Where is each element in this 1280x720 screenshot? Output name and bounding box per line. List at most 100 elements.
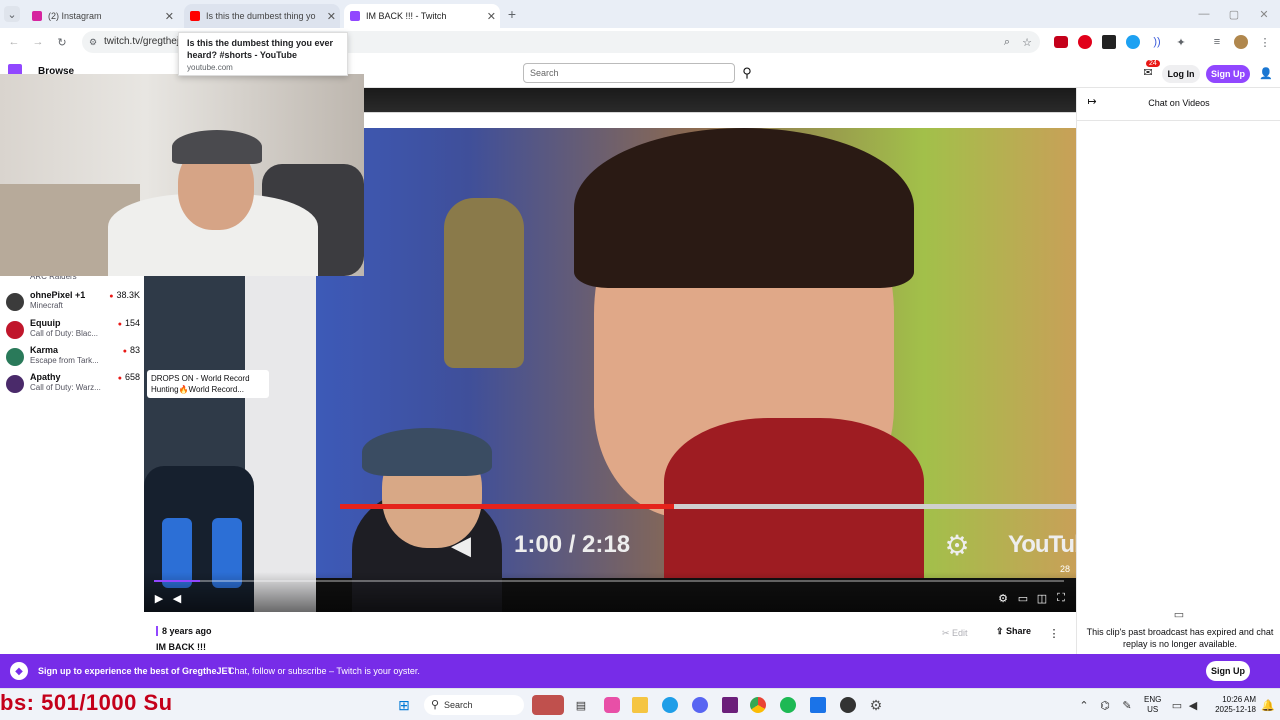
search-input[interactable]: Search <box>523 63 735 83</box>
extension-icon[interactable]: )) <box>1150 34 1164 50</box>
notepad-icon[interactable] <box>810 697 826 713</box>
tab-search-icon[interactable]: ⌄ <box>4 6 20 22</box>
youtube-icon <box>190 11 200 21</box>
taskbar-app-icon[interactable] <box>532 695 564 715</box>
tab-youtube[interactable]: Is this the dumbest thing you e ✕ <box>184 4 340 28</box>
user-icon[interactable]: 👤 <box>1258 65 1274 81</box>
close-icon[interactable]: ✕ <box>165 10 174 23</box>
show-hidden-icons[interactable]: ⌃ <box>1078 697 1090 713</box>
clock[interactable]: 10:26 AM 2025-12-18 <box>1206 695 1256 715</box>
menu-kebab-icon[interactable]: ⋮ <box>1258 34 1272 50</box>
chat-header: Chat on Videos <box>1148 98 1210 108</box>
drops-card[interactable]: DROPS ON - World Record Hunting🔥World Re… <box>147 370 269 398</box>
banner-signup-button[interactable]: Sign Up <box>1206 661 1250 681</box>
network-icon[interactable]: ⌬ <box>1098 697 1112 713</box>
close-window-icon[interactable]: ✕ <box>1256 6 1272 22</box>
zoom-icon[interactable]: ⌕ <box>1000 34 1014 50</box>
viewer-count: 658 <box>118 372 140 382</box>
maximize-icon[interactable]: ▢ <box>1226 6 1242 22</box>
tab-title: Is this the dumbest thing you e <box>206 11 316 21</box>
close-icon[interactable]: ✕ <box>327 10 336 23</box>
close-icon[interactable]: ✕ <box>487 10 496 23</box>
file-explorer-icon[interactable] <box>632 697 648 713</box>
more-options-icon[interactable]: ⋮ <box>1048 626 1060 640</box>
channel-name: Karma <box>30 345 59 355</box>
reload-icon[interactable]: ↻ <box>54 34 70 50</box>
back-icon[interactable]: ← <box>6 34 22 50</box>
tab-twitch[interactable]: IM BACK !!! - Twitch ✕ <box>344 4 500 28</box>
forward-icon[interactable]: → <box>30 34 46 50</box>
play-icon[interactable]: ▶ <box>152 590 166 606</box>
taskbar-search[interactable]: ⚲ Search <box>424 695 524 715</box>
channel-name: Apathy <box>30 372 61 382</box>
clock-time: 10:26 AM <box>1222 695 1256 704</box>
chrome-icon[interactable] <box>750 697 766 713</box>
extension-icon[interactable] <box>1126 35 1140 49</box>
singer-shirt <box>664 418 924 578</box>
seek-bar[interactable] <box>154 580 1064 582</box>
chat-expired-icon: ▭ <box>1173 608 1185 621</box>
sidebar-channel[interactable]: ohnePixel +1 Minecraft 38.3K <box>6 290 140 316</box>
webcam-overlay <box>0 74 364 276</box>
minimize-icon[interactable]: — <box>1196 6 1212 22</box>
new-tab-button[interactable]: + <box>504 6 520 22</box>
volume-icon[interactable]: ◀ <box>1186 697 1200 713</box>
twitch-glitch-icon: ◆ <box>10 662 28 680</box>
settings-icon[interactable]: ⚙ <box>996 590 1010 606</box>
fullscreen-icon[interactable]: ⛶ <box>1054 590 1068 606</box>
copilot-icon[interactable] <box>604 697 620 713</box>
obs-icon[interactable] <box>840 697 856 713</box>
share-button[interactable]: ⇪ Share <box>996 626 1031 637</box>
sidebar-channel[interactable]: Karma Escape from Tark... 83 <box>6 345 140 371</box>
wall-panel <box>245 276 316 612</box>
edge-icon[interactable] <box>662 697 678 713</box>
task-view-icon[interactable]: ▤ <box>574 697 588 713</box>
tab-hover-tooltip: Is this the dumbest thing you ever heard… <box>178 32 348 76</box>
avatar <box>6 348 24 366</box>
login-button[interactable]: Log In <box>1162 65 1200 83</box>
theater-mode-icon[interactable]: ▭ <box>1016 590 1030 606</box>
viewer-count: 83 <box>123 345 140 355</box>
tab-instagram[interactable]: (2) Instagram ✕ <box>26 4 178 28</box>
extension-icon[interactable] <box>1102 35 1116 49</box>
notifications-icon[interactable]: 🔔 <box>1261 697 1275 713</box>
avatar <box>6 321 24 339</box>
edit-label: Edit <box>952 628 968 638</box>
chat-expired-message: This clip's past broadcast has expired a… <box>1086 627 1274 649</box>
extension-icon[interactable] <box>1078 35 1092 49</box>
extensions-puzzle-icon[interactable]: ✦ <box>1174 34 1188 50</box>
search-icon[interactable]: ⚲ <box>738 64 756 82</box>
media-controls-icon[interactable]: ≡ <box>1210 34 1224 50</box>
settings-icon[interactable]: ⚙ <box>868 697 884 713</box>
start-icon[interactable]: ⊞ <box>396 697 412 713</box>
bookmark-star-icon[interactable]: ☆ <box>1020 34 1034 50</box>
divider <box>1077 120 1280 121</box>
extension-icon[interactable] <box>1054 36 1068 48</box>
volume-icon[interactable]: ◀ <box>170 590 184 606</box>
streamer-cap <box>362 428 492 476</box>
spotify-icon[interactable] <box>780 697 796 713</box>
channel-game: Call of Duty: Blac... <box>30 329 99 338</box>
sidebar-channel[interactable]: Apathy Call of Duty: Warz... 658 <box>6 372 140 398</box>
display-icon[interactable]: ▭ <box>1170 697 1184 713</box>
channel-game: Call of Duty: Warz... <box>30 383 101 392</box>
profile-avatar[interactable] <box>1234 35 1248 49</box>
pen-icon[interactable]: ✎ <box>1120 697 1134 713</box>
channel-game: Minecraft <box>30 301 63 310</box>
embedded-progress-rest <box>674 504 1076 509</box>
sidebar-toggle-icon[interactable]: ◫ <box>1035 590 1049 606</box>
stream-overlay-counter: bs: 501/1000 Su <box>0 690 173 715</box>
signup-button[interactable]: Sign Up <box>1206 65 1250 83</box>
browser-tab-strip: ⌄ (2) Instagram ✕ Is this the dumbest th… <box>0 0 1280 28</box>
discord-icon[interactable] <box>692 697 708 713</box>
language-indicator[interactable]: ENG US <box>1144 695 1161 715</box>
tooltip-host: youtube.com <box>187 63 233 72</box>
embedded-progress <box>340 504 674 509</box>
viewer-count: 38.3K <box>109 290 140 300</box>
channel-name: ohnePixel +1 <box>30 290 86 300</box>
video-title: IM BACK !!! <box>156 642 206 652</box>
sidebar-channel[interactable]: Equuip Call of Duty: Blac... 154 <box>6 318 140 344</box>
viewer-badge: 28 <box>1059 564 1070 574</box>
site-info-icon[interactable]: ⚙ <box>88 36 98 48</box>
app-icon[interactable] <box>722 697 738 713</box>
